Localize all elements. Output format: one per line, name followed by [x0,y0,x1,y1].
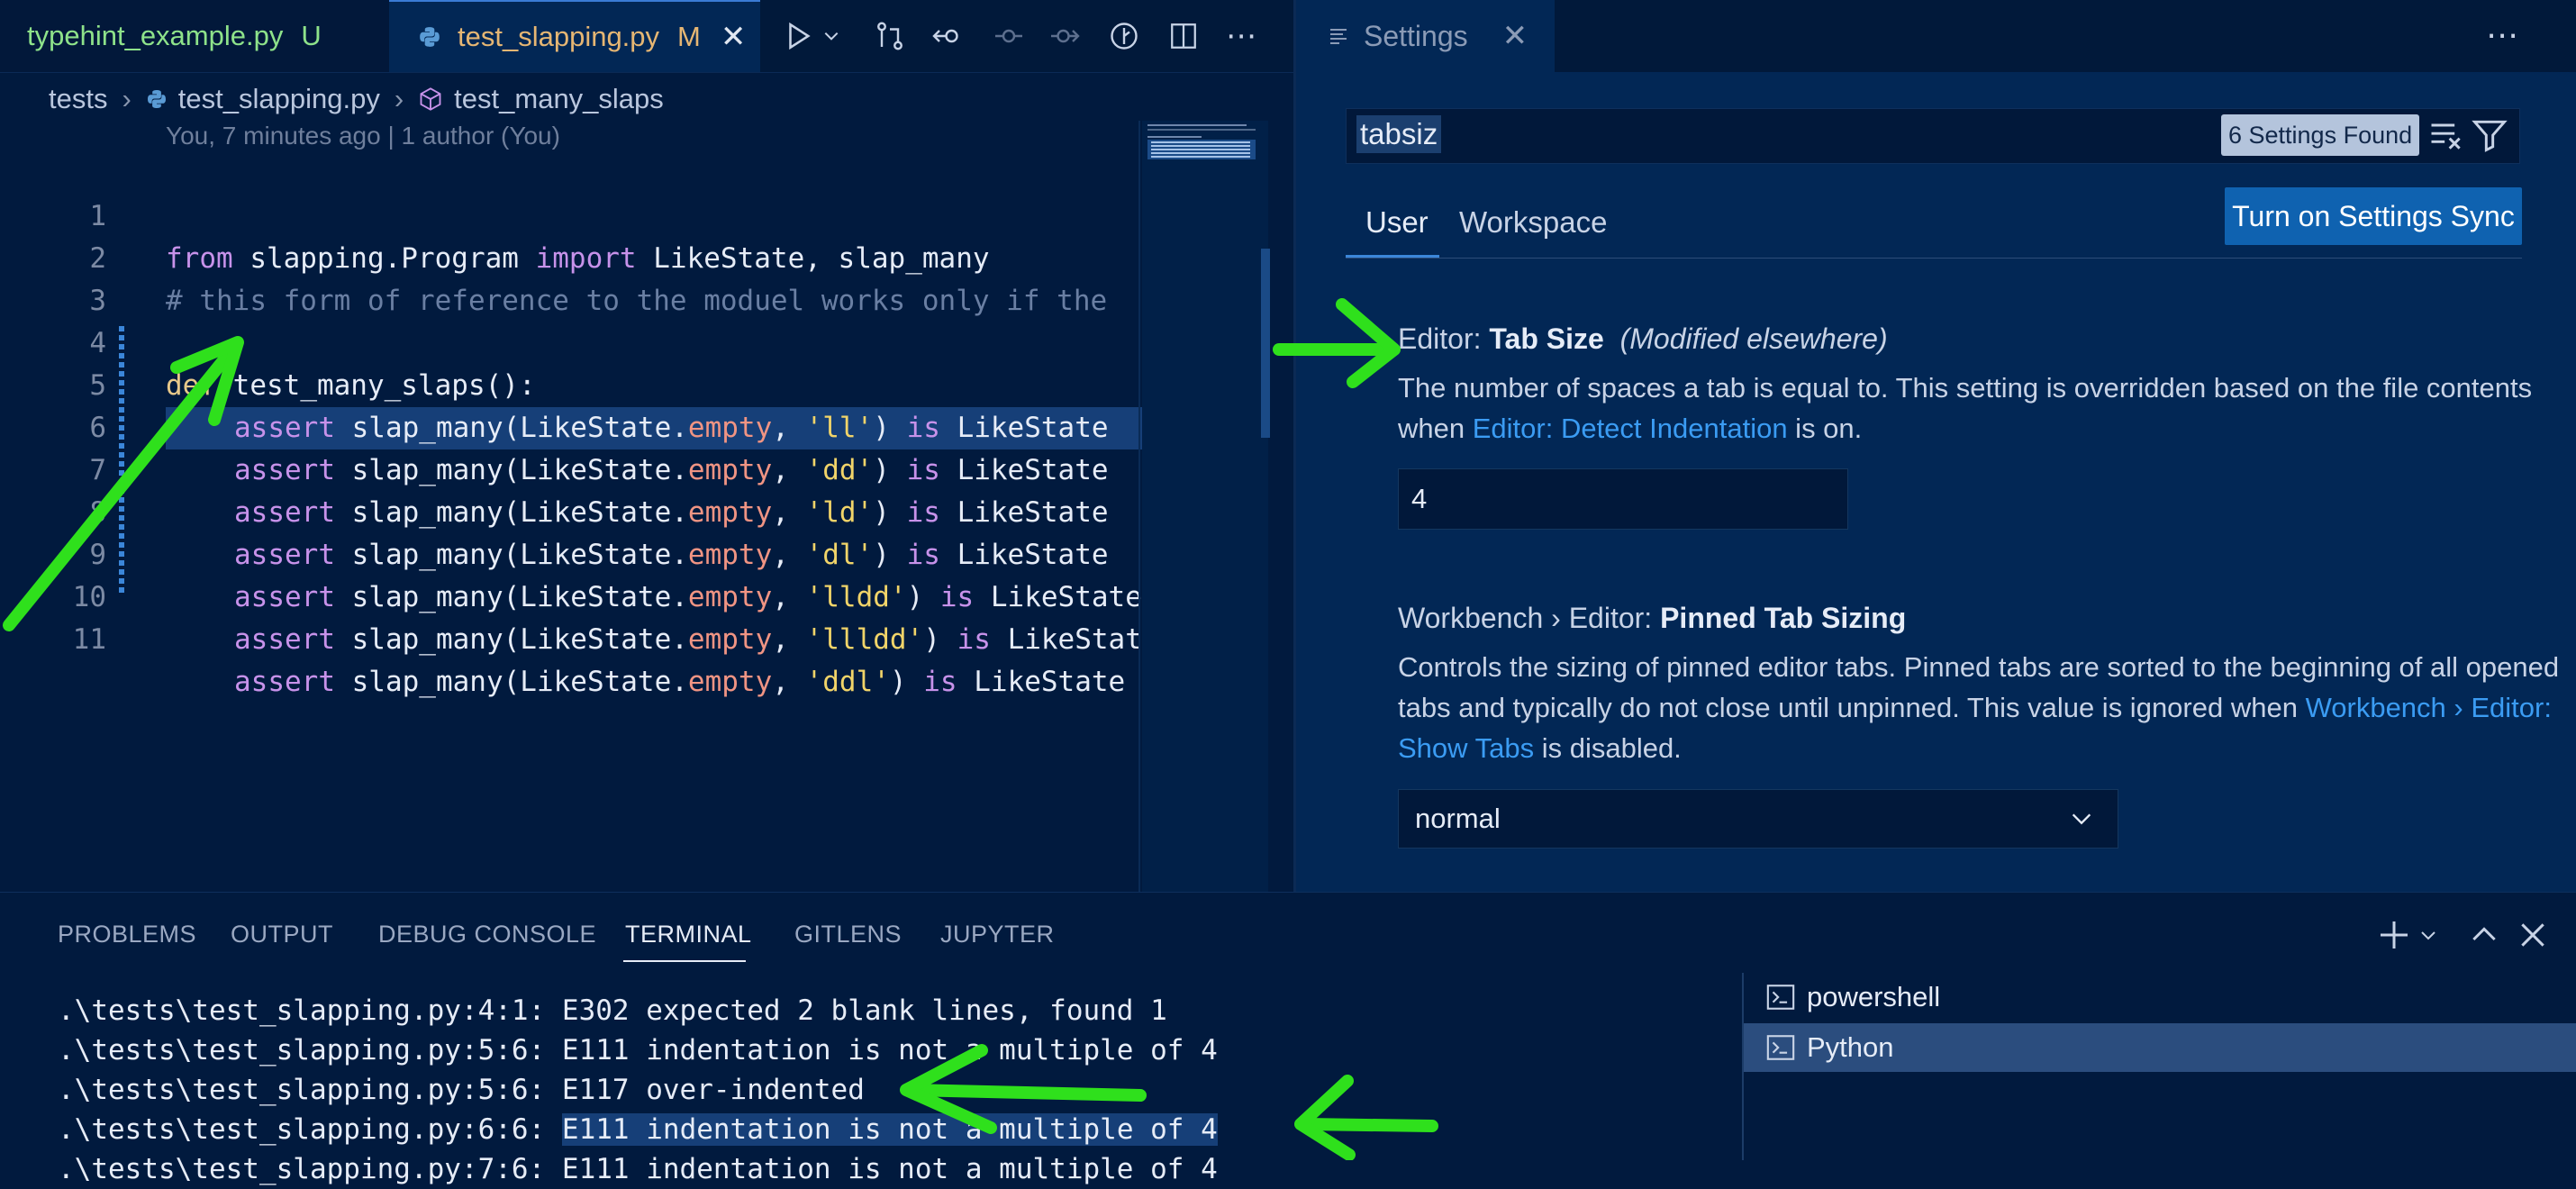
setting-description-tab-size: The number of spaces a tab is equal to. … [1398,372,2533,444]
terminal-icon [1766,985,1795,1010]
panel-tab-gitlens[interactable]: GITLENS [794,921,902,948]
run-icon[interactable] [778,16,818,56]
git-graph-icon[interactable] [1104,16,1144,56]
chevron-down-icon [2072,813,2091,825]
tab-label: test_slapping.py [458,21,660,52]
next-change-icon[interactable] [1045,16,1084,56]
scope-tab-workspace[interactable]: Workspace [1459,205,1607,240]
editor-ruler [1138,121,1140,892]
python-file-icon [147,90,166,108]
code-line: 2 # this form of reference to the moduel… [0,195,1144,317]
python-file-icon [420,27,440,47]
code-line: 7 assert slap_many(LikeState.empty, 'ld'… [0,407,1144,529]
tab-size-input[interactable]: 4 [1398,468,1848,530]
terminal-line: .\tests\test_slapping.py:5:6: E111 inden… [58,1034,1218,1066]
setting-title-tab-size: Editor: Tab Size (Modified elsewhere) [1398,322,1888,355]
code-line: 11 assert slap_many(LikeState.empty, 'dd… [0,576,1144,698]
codelens-blame[interactable]: You, 7 minutes ago | 1 author (You) [166,122,560,150]
terminal-name: Python [1807,1031,1894,1063]
panel-tab-debug-console[interactable]: DEBUG CONSOLE [378,921,596,948]
minimap[interactable] [1142,121,1268,892]
chevron-down-icon[interactable] [2417,917,2439,953]
close-icon[interactable]: ✕ [721,19,747,55]
code-line: 8 assert slap_many(LikeState.empty, 'dl'… [0,449,1144,571]
panel-tab-output[interactable]: OUTPUT [231,921,333,948]
scope-tab-user[interactable]: User [1365,205,1429,240]
setting-description-pinned-tab-sizing: Controls the sizing of pinned editor tab… [1398,651,2560,764]
modified-badge: M [677,21,701,52]
tab-typehint-example[interactable]: typehint_example.py U [0,0,389,72]
breadcrumb-symbol[interactable]: test_many_slaps [454,83,664,115]
panel-tab-problems[interactable]: PROBLEMS [58,921,196,948]
open-changes-icon[interactable] [928,16,967,56]
tab-test-slapping[interactable]: test_slapping.py M ✕ [389,0,760,72]
code-line: 5 assert slap_many(LikeState.empty, 'll'… [0,322,1207,449]
detect-indentation-link[interactable]: Editor: Detect Indentation [1473,413,1788,444]
code-line: 9 assert slap_many(LikeState.empty, 'lld… [0,492,1144,613]
terminal-icon [1766,1035,1795,1060]
search-value: tabsiz [1356,115,1442,153]
pinned-tab-sizing-select[interactable]: normal [1398,789,2118,849]
chevron-right-icon: › [122,83,132,114]
panel-tab-terminal[interactable]: TERMINAL [625,921,752,948]
panel-tab-jupyter[interactable]: JUPYTER [940,921,1055,948]
chevron-right-icon: › [394,83,404,114]
settings-sync-button[interactable]: Turn on Settings Sync [2225,187,2522,245]
terminal-line: .\tests\test_slapping.py:7:6: E111 inden… [58,1153,1218,1185]
code-line: 3 [0,238,1144,317]
new-terminal-icon[interactable] [2376,917,2412,953]
active-panel-indicator [623,960,746,962]
split-editor-icon[interactable] [1164,16,1203,56]
settings-list-icon [1330,29,1347,44]
code-line: 4 def test_many_slaps(): [0,280,1144,402]
terminal-item-powershell[interactable]: powershell [1744,973,2576,1021]
close-icon[interactable]: ✕ [1502,18,1528,54]
results-count-badge: 6 Settings Found [2221,114,2420,156]
terminal-output[interactable]: .\tests\test_slapping.py:4:1: E302 expec… [0,991,1738,1185]
terminal-item-python[interactable]: Python [1744,1023,2576,1072]
clear-filter-icon[interactable] [2426,115,2466,155]
breadcrumb-file[interactable]: test_slapping.py [178,83,380,115]
terminal-line: .\tests\test_slapping.py:5:6: E117 over-… [58,1074,865,1106]
code-line: 6 assert slap_many(LikeState.empty, 'dd'… [0,365,1144,486]
untracked-badge: U [301,20,322,51]
select-value: normal [1415,803,1501,834]
more-actions-icon[interactable]: ⋯ [1221,16,1261,56]
code-line: 10 assert slap_many(LikeState.empty, 'll… [0,534,1159,656]
run-dropdown-chevron-icon[interactable] [820,16,843,56]
terminal-line: .\tests\test_slapping.py:4:1: E302 expec… [58,994,1167,1027]
previous-change-icon[interactable] [989,16,1029,56]
filter-icon[interactable] [2470,115,2509,155]
tab-settings[interactable]: Settings ✕ [1297,0,1555,72]
divider [1346,258,2522,259]
terminal-name: powershell [1807,981,1941,1012]
breadcrumb: tests › test_slapping.py › test_many_sla… [0,79,1171,119]
more-actions-icon[interactable]: ⋯ [2486,16,2518,54]
setting-title-pinned-tab-sizing: Workbench › Editor: Pinned Tab Sizing [1398,602,1907,634]
selected-text: E111 indentation is not a multiple of 4 [561,1113,1218,1146]
tab-label: Settings [1364,19,1468,52]
compare-changes-icon[interactable] [870,16,910,56]
editor-scrollbar[interactable] [1261,249,1270,438]
settings-tab-bar [1555,0,2576,72]
terminal-line: .\tests\test_slapping.py:6:6: E111 inden… [58,1113,1218,1146]
close-panel-icon[interactable] [2515,917,2551,953]
minimap-preview [1147,124,1256,159]
function-cube-icon [420,87,441,111]
maximize-panel-icon[interactable] [2466,917,2502,953]
code-line: 1 from slapping.Program import LikeState… [0,153,1144,275]
tab-label: typehint_example.py [27,20,284,51]
breadcrumb-folder[interactable]: tests [49,83,107,115]
line-number: 11 [72,623,106,656]
